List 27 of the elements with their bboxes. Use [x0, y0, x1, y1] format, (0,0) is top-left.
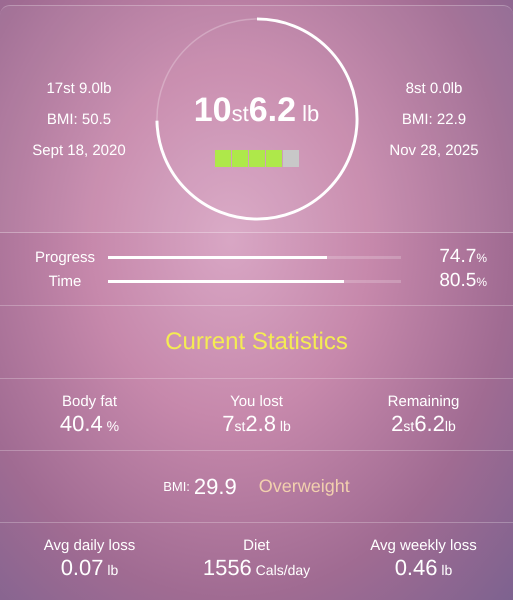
stat-value: 2st6.2lb [391, 410, 456, 436]
start-date: Sept 18, 2020 [32, 142, 126, 158]
stat-label: Avg weekly loss [370, 536, 477, 554]
percent-value: 74.7% [438, 246, 488, 268]
bar-label: Progress [34, 248, 96, 266]
stat-value: 1556 Cals/day [202, 554, 310, 580]
stat-label: Body fat [62, 392, 118, 410]
current-weight: 10st6.2 lb [194, 91, 320, 130]
stat-value: 40.4 % [60, 410, 120, 436]
percent-value: 80.5% [438, 270, 488, 292]
stat-value: 0.46 lb [394, 554, 452, 580]
stat-label: Remaining [388, 392, 460, 410]
goal-bmi: BMI: 22.9 [402, 110, 466, 128]
start-weight: 17st 9.0lb [46, 80, 112, 96]
bmi-value: 29.9 [194, 474, 237, 500]
goal-weight: 8st 0.0lb [406, 80, 462, 96]
start-bmi: BMI: 50.5 [46, 110, 112, 128]
goal-date: Nov 28, 2025 [389, 142, 479, 158]
stat-label: Avg daily loss [44, 536, 136, 554]
stat-label: You lost [230, 392, 283, 410]
bmi-category: Overweight [258, 476, 350, 497]
stat-value: 0.07 lb [60, 554, 118, 580]
bmi-label: BMI: [163, 479, 190, 494]
section-title: Current Statistics [165, 328, 348, 356]
stat-label: Diet [243, 536, 270, 554]
bar-label: Time [48, 272, 82, 290]
stat-value: 7st2.8 lb [222, 410, 291, 436]
